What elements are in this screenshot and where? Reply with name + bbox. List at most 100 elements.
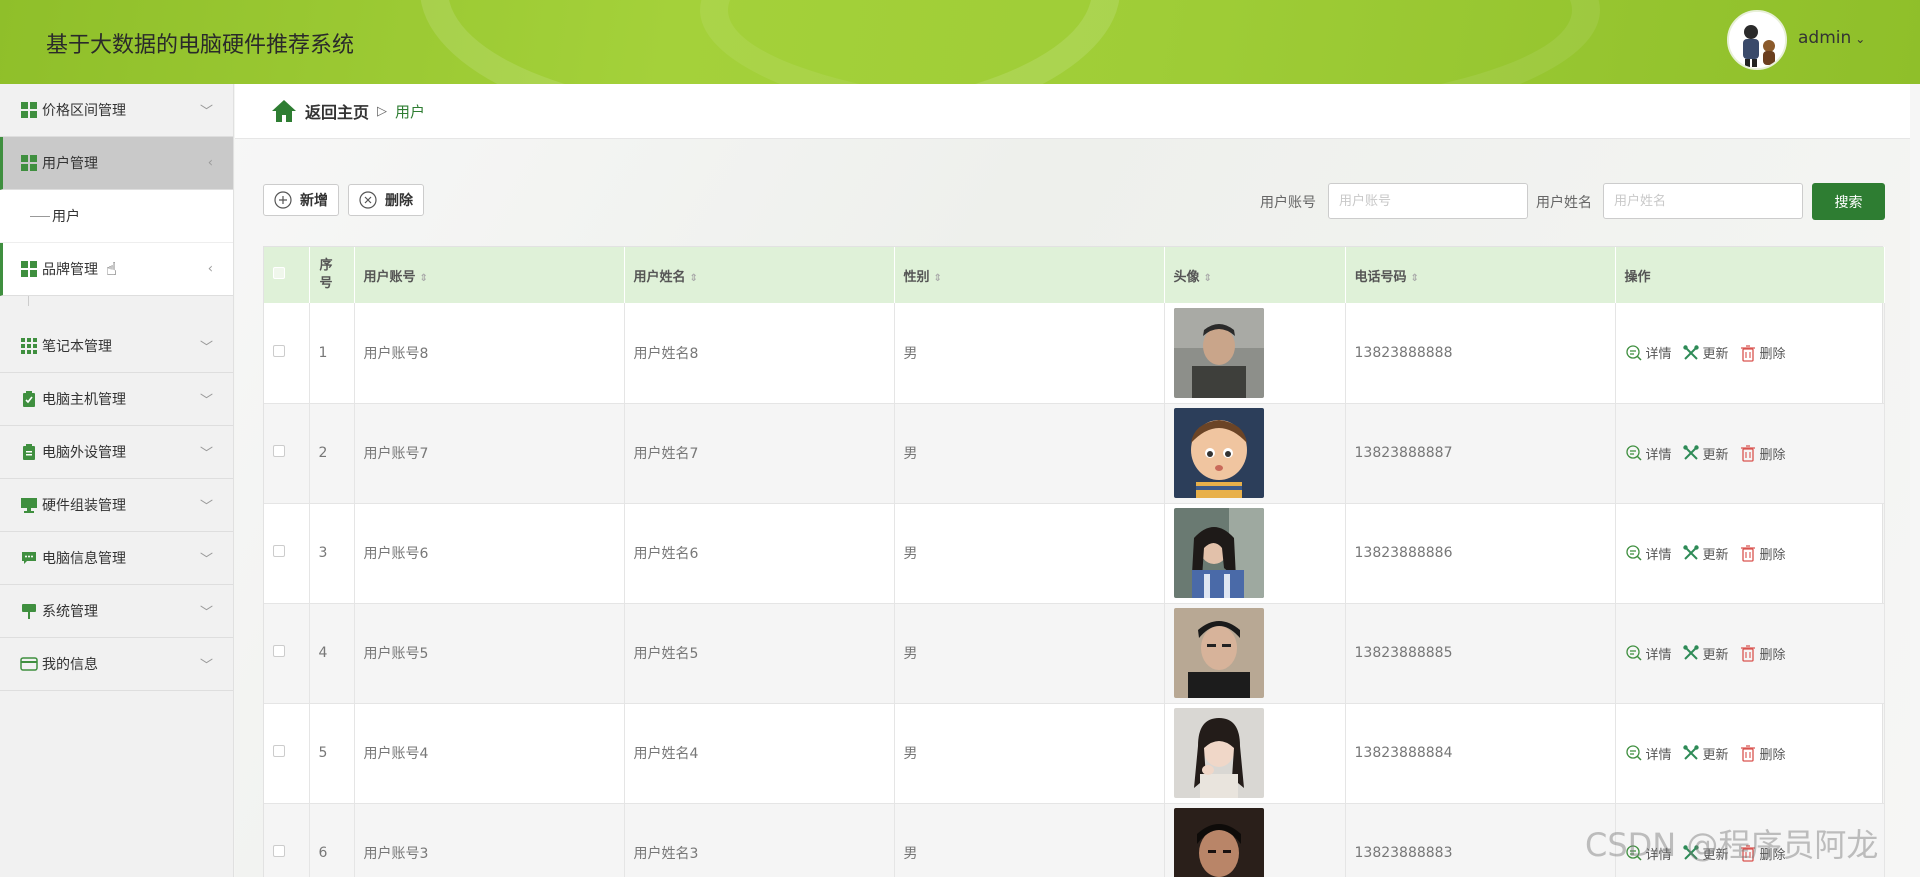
cell-phone: 13823888884	[1345, 703, 1616, 804]
update-button[interactable]: 更新	[1682, 444, 1729, 463]
cell-avatar	[1164, 403, 1346, 504]
grid-icon	[20, 154, 38, 172]
cell-name: 用户姓名6	[624, 503, 895, 604]
sidebar-item-label: 电脑主机管理	[42, 392, 126, 408]
sidebar-item-my-info[interactable]: 我的信息 ﹀	[0, 638, 233, 691]
delete-button[interactable]: 删除	[1739, 744, 1786, 763]
grid-icon	[20, 260, 38, 278]
sort-icon[interactable]: ⇕	[420, 273, 428, 284]
clipboard-check-icon	[20, 390, 38, 408]
cell-phone: 13823888887	[1345, 403, 1616, 504]
row-checkbox[interactable]	[264, 303, 310, 404]
trash-icon	[1740, 445, 1755, 462]
sidebar-item-user-management[interactable]: 用户管理 ‹	[0, 137, 233, 190]
breadcrumb-home-link[interactable]: 返回主页	[305, 99, 369, 123]
scrollbar[interactable]	[1910, 84, 1920, 877]
name-search-input[interactable]	[1603, 183, 1803, 219]
sort-icon[interactable]: ⇕	[1204, 273, 1212, 284]
cell-avatar	[1164, 503, 1346, 604]
update-button[interactable]: 更新	[1682, 644, 1729, 663]
add-button[interactable]: 新增	[263, 184, 339, 216]
watermark: CSDN @程序员阿龙	[1585, 826, 1879, 864]
tools-icon	[1682, 545, 1699, 560]
row-checkbox[interactable]	[264, 403, 310, 504]
sidebar-item-label: 电脑信息管理	[42, 551, 126, 567]
cell-index: 3	[309, 503, 355, 604]
close-circle-icon	[359, 191, 377, 209]
column-header-gender[interactable]: 性别 ⇕	[894, 247, 1165, 303]
row-checkbox[interactable]	[264, 503, 310, 604]
detail-button[interactable]: 详情	[1625, 444, 1672, 463]
cell-gender: 男	[894, 603, 1165, 704]
search-button[interactable]: 搜索	[1812, 183, 1885, 220]
sidebar-item-system-management[interactable]: 系统管理 ﹀	[0, 585, 233, 638]
sort-icon[interactable]: ⇕	[934, 273, 942, 284]
user-menu[interactable]: admin ⌄	[1798, 28, 1865, 48]
sidebar-item-price-range[interactable]: 价格区间管理 ﹀	[0, 84, 233, 137]
sidebar-item-pc-info-management[interactable]: 电脑信息管理 ﹀	[0, 532, 233, 585]
update-button[interactable]: 更新	[1682, 744, 1729, 763]
update-button[interactable]: 更新	[1682, 343, 1729, 362]
select-all-checkbox[interactable]	[264, 247, 310, 303]
sidebar-subitem-user[interactable]: 用户	[0, 190, 233, 243]
cell-index: 6	[309, 803, 355, 877]
sidebar-item-label: 电脑外设管理	[42, 445, 126, 461]
table-row: 4 用户账号5 用户姓名5 男 13823888885 详情 更新 删除	[264, 603, 1885, 704]
sidebar-item-assembly-management[interactable]: 硬件组装管理 ﹀	[0, 479, 233, 532]
table-row: 2 用户账号7 用户姓名7 男 13823888887 详情 更新 删除	[264, 403, 1885, 504]
detail-label: 详情	[1645, 347, 1672, 363]
cell-gender: 男	[894, 503, 1165, 604]
sort-icon[interactable]: ⇕	[1411, 273, 1419, 284]
batch-delete-button[interactable]: 删除	[348, 184, 424, 216]
chevron-down-icon: ﹀	[199, 499, 213, 515]
column-header-phone[interactable]: 电话号码 ⇕	[1345, 247, 1616, 303]
column-header-index: 序号	[309, 247, 355, 303]
column-header-avatar[interactable]: 头像 ⇕	[1164, 247, 1346, 303]
cell-account: 用户账号4	[354, 703, 625, 804]
sidebar-item-label: 笔记本管理	[42, 339, 112, 355]
column-header-name[interactable]: 用户姓名 ⇕	[624, 247, 895, 303]
cell-account: 用户账号5	[354, 603, 625, 704]
cell-name: 用户姓名8	[624, 303, 895, 404]
account-search-label: 用户账号	[1260, 195, 1316, 211]
cell-actions: 详情 更新 删除	[1615, 503, 1885, 604]
row-checkbox[interactable]	[264, 603, 310, 704]
home-icon[interactable]	[271, 99, 297, 123]
cell-avatar	[1164, 303, 1346, 404]
detail-button[interactable]: 详情	[1625, 544, 1672, 563]
detail-button[interactable]: 详情	[1625, 744, 1672, 763]
sidebar-item-peripheral-management[interactable]: 电脑外设管理 ﹀	[0, 426, 233, 479]
account-search-input[interactable]	[1328, 183, 1528, 219]
flag-icon	[20, 602, 38, 620]
detail-button[interactable]: 详情	[1625, 343, 1672, 362]
detail-label: 详情	[1645, 647, 1672, 663]
sidebar-item-pc-host-management[interactable]: 电脑主机管理 ﹀	[0, 373, 233, 426]
name-search-label: 用户姓名	[1536, 195, 1592, 211]
cell-index: 1	[309, 303, 355, 404]
cell-gender: 男	[894, 803, 1165, 877]
table-row: 5 用户账号4 用户姓名4 男 13823888884 详情 更新 删除	[264, 703, 1885, 804]
grid-icon	[20, 101, 38, 119]
delete-button[interactable]: 删除	[1739, 343, 1786, 362]
user-avatar[interactable]	[1727, 10, 1787, 70]
cell-phone: 13823888888	[1345, 303, 1616, 404]
column-header-account[interactable]: 用户账号 ⇕	[354, 247, 625, 303]
detail-button[interactable]: 详情	[1625, 644, 1672, 663]
sidebar-item-notebook-management[interactable]: 笔记本管理 ﹀	[0, 320, 233, 373]
chevron-down-icon: ﹀	[199, 446, 213, 462]
trash-icon	[1740, 345, 1755, 362]
delete-button[interactable]: 删除	[1739, 444, 1786, 463]
delete-button[interactable]: 删除	[1739, 644, 1786, 663]
column-header-label: 头像	[1173, 269, 1200, 285]
sidebar-item-brand-management[interactable]: 品牌管理 ☝ ‹	[0, 243, 233, 296]
table-row: 3 用户账号6 用户姓名6 男 13823888886 详情 更新 删除	[264, 503, 1885, 604]
sort-icon[interactable]: ⇕	[690, 273, 698, 284]
sidebar-subitem-label: 用户	[52, 209, 80, 225]
update-button[interactable]: 更新	[1682, 544, 1729, 563]
row-checkbox[interactable]	[264, 703, 310, 804]
cell-avatar	[1164, 703, 1346, 804]
table-row: 1 用户账号8 用户姓名8 男 13823888888 详情 更新 删除	[264, 303, 1885, 404]
cell-index: 5	[309, 703, 355, 804]
delete-button[interactable]: 删除	[1739, 544, 1786, 563]
row-checkbox[interactable]	[264, 803, 310, 877]
